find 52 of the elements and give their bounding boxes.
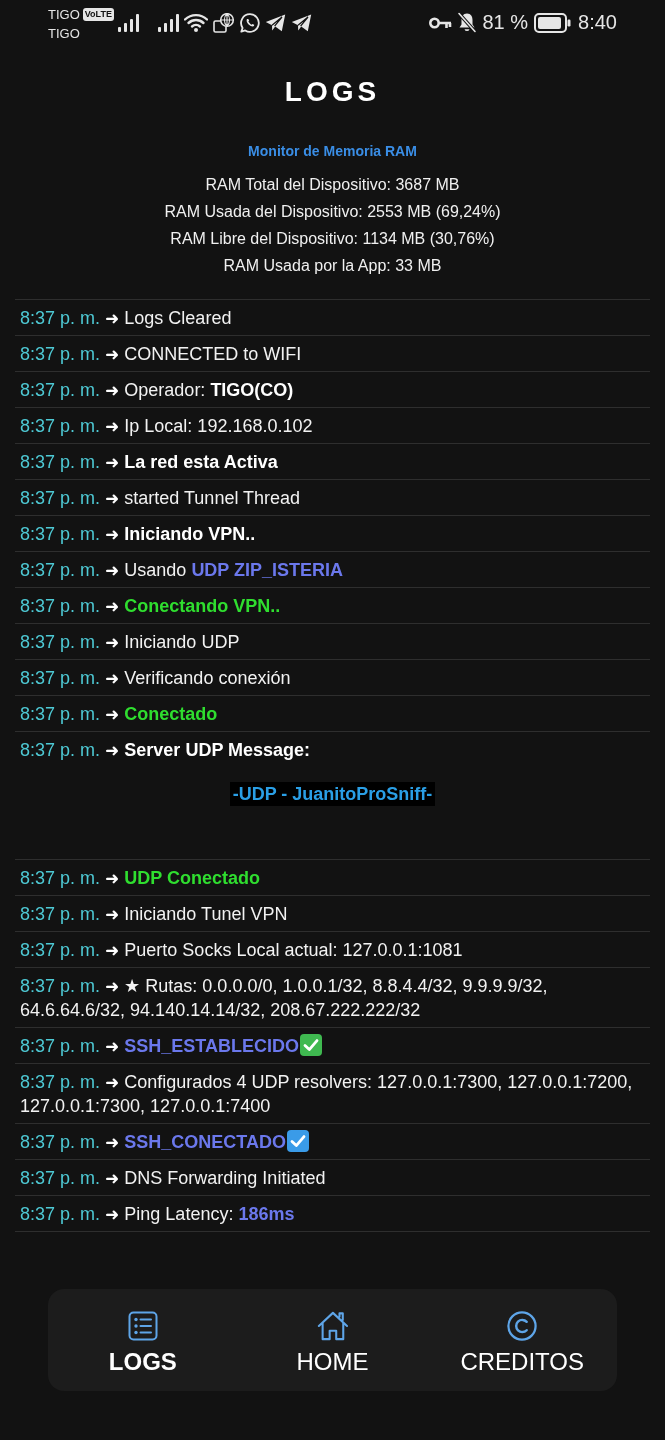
- carrier-name: TIGO: [48, 5, 80, 24]
- memory-stat: RAM Usada por la App: 33 MB: [223, 256, 442, 276]
- paper-plane-icon: [291, 13, 312, 32]
- monitor-title: Monitor de Memoria RAM: [248, 142, 417, 161]
- log-entry: 8:37 p. m. ➜ Iniciando VPN..: [20, 524, 256, 544]
- log-entry: 8:37 p. m. ➜ Usando UDP ZIP_ISTERIA: [20, 560, 344, 580]
- battery-percent: 81 %: [482, 11, 529, 34]
- copyright-icon: [507, 1311, 538, 1341]
- phone-bubble-icon: [240, 12, 260, 33]
- log-entry: 8:37 p. m. ➜ Ping Latency: 186ms: [20, 1204, 295, 1224]
- nav-tab[interactable]: CREDITOS: [427, 1311, 617, 1377]
- key-icon: [429, 16, 453, 29]
- log-entry: 8:37 p. m. ➜ SSH_CONECTADO: [20, 1132, 286, 1152]
- log-entry: 8:37 p. m. ➜ Verificando conexión: [20, 668, 291, 688]
- log-entry: 8:37 p. m. ➜ DNS Forwarding Initiated: [20, 1168, 326, 1188]
- log-entry: 8:37 p. m. ➜ ★ Rutas: 0.0.0.0/0, 1.0.0.1/32, 8.8.4.4/32, 9.9.9.9/32, 64.6.64.6/32, 94.140.14.14/32, 208.67.222.222/32: [20, 976, 548, 1020]
- nav-tab[interactable]: LOGS: [48, 1311, 238, 1377]
- log-entry: 8:37 p. m. ➜ UDP Conectado: [20, 868, 260, 888]
- log-entry: 8:37 p. m. ➜ started Tunnel Thread: [20, 488, 301, 508]
- page-title: LOGS: [284, 77, 381, 107]
- log-entry: 8:37 p. m. ➜ Operador: TIGO(CO): [20, 380, 294, 400]
- battery-icon: [534, 12, 572, 33]
- list-icon: [127, 1311, 158, 1341]
- nav-tab[interactable]: HOME: [237, 1311, 428, 1377]
- clock-time: 8:40: [578, 11, 617, 34]
- paper-plane-icon: [265, 13, 286, 32]
- log-entry: 8:37 p. m. ➜ Configurados 4 UDP resolvers: 127.0.0.1:7300, 127.0.0.1:7200, 127.0.0.1:7300, 127.0.0.1:7400: [20, 1072, 633, 1116]
- log-entry: 8:37 p. m. ➜ Conectando VPN..: [20, 596, 281, 616]
- memory-stat: RAM Total del Dispositivo: 3687 MB: [205, 175, 460, 195]
- log-entry: 8:37 p. m. ➜ Logs Cleared: [20, 308, 232, 328]
- log-entry: 8:37 p. m. ➜ Conectado: [20, 704, 218, 724]
- memory-stat: RAM Libre del Dispositivo: 1134 MB (30,76%): [170, 229, 495, 249]
- check-mark-icon: [300, 1034, 323, 1056]
- wifi-icon: [184, 13, 208, 32]
- bell-slash-icon: [457, 12, 478, 33]
- log-entry: 8:37 p. m. ➜ Iniciando UDP: [20, 632, 240, 652]
- carrier-name: TIGO: [48, 24, 81, 43]
- log-entry: 8:37 p. m. ➜ Iniciando Tunel VPN: [20, 904, 288, 924]
- log-entry: 8:37 p. m. ➜ SSH_ESTABLECIDO: [20, 1036, 300, 1056]
- log-entry: 8:37 p. m. ➜ Puerto Socks Local actual: 127.0.0.1:1081: [20, 940, 463, 960]
- globe-icon: [213, 12, 235, 33]
- check-mark-icon: [287, 1130, 309, 1152]
- log-entry: 8:37 p. m. ➜ La red esta Activa: [20, 452, 278, 472]
- server-message: -UDP - JuanitoProSniff-: [229, 782, 436, 806]
- log-entry: 8:37 p. m. ➜ Ip Local: 192.168.0.102: [20, 416, 313, 436]
- signal-icon: [118, 13, 139, 32]
- network-badge: VoLTE: [82, 7, 114, 21]
- log-entry: 8:37 p. m. ➜ Server UDP Message:: [20, 740, 311, 760]
- memory-stat: RAM Usada del Dispositivo: 2553 MB (69,24%): [164, 202, 501, 222]
- log-entry: 8:37 p. m. ➜ CONNECTED to WIFI: [20, 344, 302, 364]
- home-icon: [316, 1311, 349, 1341]
- signal-icon: [158, 13, 179, 32]
